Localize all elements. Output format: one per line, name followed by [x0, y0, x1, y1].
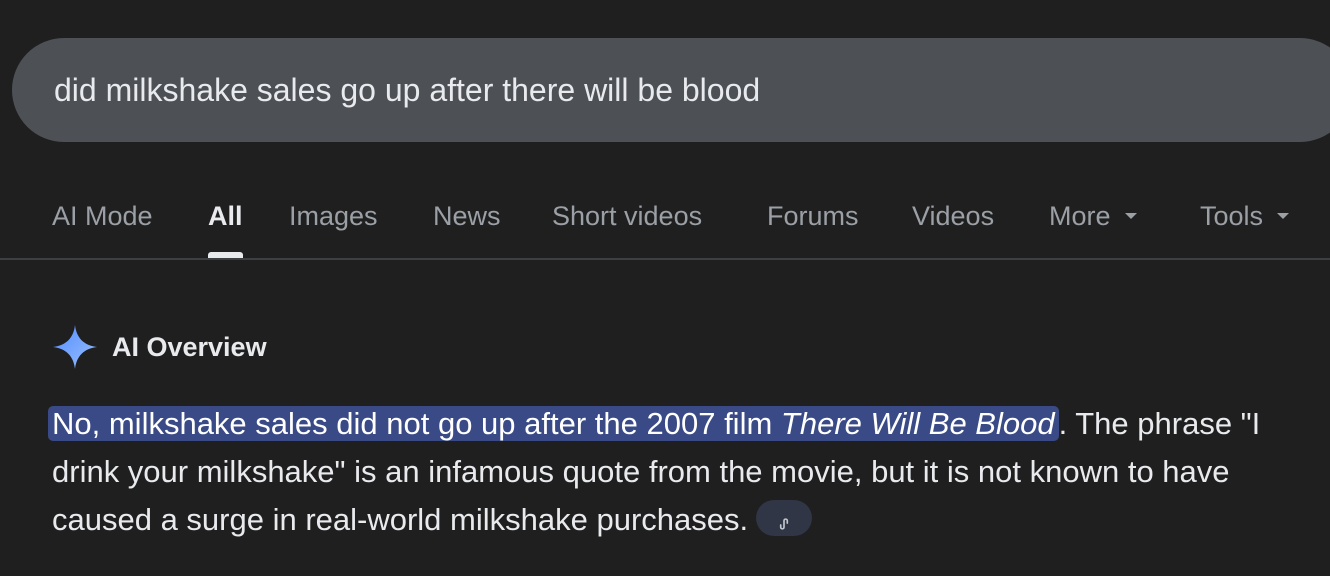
link-icon	[779, 518, 789, 530]
tab-label: Images	[289, 201, 378, 231]
sparkle-icon	[53, 325, 97, 369]
search-query-text[interactable]: did milkshake sales go up after there wi…	[54, 38, 760, 142]
tab-label: AI Mode	[52, 201, 153, 231]
tab-short-videos[interactable]: Short videos	[552, 186, 702, 258]
chevron-down-icon	[1124, 212, 1137, 219]
search-tabs: AI Mode All Images News Short videos For…	[0, 186, 1330, 260]
tab-label: More	[1049, 201, 1111, 231]
tab-images[interactable]: Images	[289, 186, 378, 258]
tab-label: Videos	[912, 201, 995, 231]
tab-ai-mode[interactable]: AI Mode	[52, 186, 153, 258]
ai-overview-header: AI Overview	[52, 322, 267, 372]
tab-forums[interactable]: Forums	[767, 186, 859, 258]
tab-label: Tools	[1200, 201, 1264, 231]
tab-label: All	[208, 201, 243, 231]
tab-label: Short videos	[552, 201, 703, 231]
ai-overview-answer: No, milkshake sales did not go up after …	[48, 400, 1292, 544]
tab-more[interactable]: More	[1049, 186, 1137, 258]
film-title: There Will Be Blood	[780, 406, 1055, 441]
chevron-down-icon	[1277, 212, 1290, 219]
tab-all[interactable]: All	[208, 186, 243, 258]
ai-overview-title: AI Overview	[112, 331, 267, 362]
tab-videos[interactable]: Videos	[912, 186, 994, 258]
tabs-divider	[0, 258, 1330, 260]
search-results-page: did milkshake sales go up after there wi…	[0, 0, 1330, 576]
tab-label: Forums	[767, 201, 859, 231]
source-link-button[interactable]	[756, 499, 813, 536]
tab-news[interactable]: News	[433, 186, 501, 258]
highlighted-answer: No, milkshake sales did not go up after …	[48, 406, 1059, 441]
search-bar[interactable]: did milkshake sales go up after there wi…	[12, 38, 1330, 142]
tab-label: News	[433, 201, 501, 231]
tools-button[interactable]: Tools	[1200, 186, 1290, 258]
highlight-prefix: No, milkshake sales did not go up after …	[52, 406, 781, 441]
